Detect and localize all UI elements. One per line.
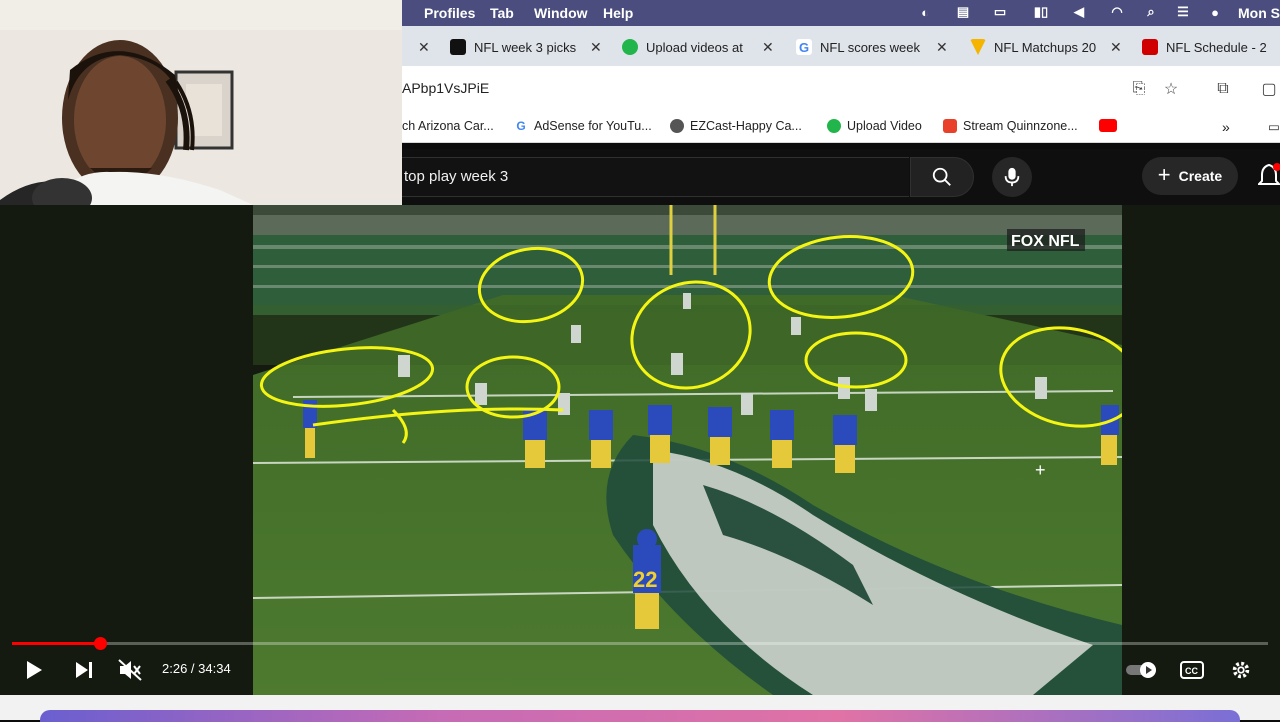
bookmark-stream-quinnzone[interactable]: Stream Quinnzone...	[943, 119, 1078, 133]
player	[303, 400, 317, 458]
youtube-icon	[1099, 119, 1117, 132]
bookmark-arizona[interactable]: ch Arizona Car...	[402, 119, 494, 133]
autoplay-toggle[interactable]	[1126, 656, 1160, 684]
install-app-icon[interactable]: ⎘	[1128, 78, 1150, 100]
bookmark-label: ch Arizona Car...	[402, 119, 494, 133]
bookmark-adsense[interactable]: G AdSense for YouTu...	[514, 119, 652, 133]
voice-search-button[interactable]	[992, 157, 1032, 197]
status-app2-icon[interactable]: ▤	[954, 4, 972, 20]
bookmark-ezcast[interactable]: EZCast-Happy Ca...	[670, 119, 802, 133]
close-icon[interactable]: ✕	[1110, 39, 1122, 56]
close-icon[interactable]: ✕	[762, 39, 774, 56]
video-player[interactable]: 22 FOX NFL +	[0, 205, 1280, 695]
folder-icon[interactable]: ▭	[1268, 119, 1280, 134]
tab-nfl-week3-picks[interactable]: NFL week 3 picks ✕	[450, 34, 602, 60]
volume-muted-icon	[118, 659, 142, 681]
skip-next-icon	[76, 662, 92, 678]
menu-clock[interactable]: Mon S	[1238, 5, 1280, 21]
microphone-icon	[1004, 167, 1020, 187]
status-app3-icon[interactable]: ▭	[991, 4, 1009, 20]
tab-favicon-icon	[622, 39, 638, 55]
control-center-icon[interactable]: ☰	[1174, 4, 1192, 20]
bookmarks-bar: ch Arizona Car... G AdSense for YouTu... …	[402, 112, 1280, 143]
tab-nfl-schedule[interactable]: NFL Schedule - 2	[1142, 34, 1276, 60]
closed-captions-icon: CC	[1180, 661, 1204, 679]
crosshair-cursor-icon: +	[1035, 460, 1046, 480]
bookmark-upload-video[interactable]: Upload Video	[827, 119, 922, 133]
bookmark-star-icon[interactable]: ☆	[1160, 78, 1182, 100]
tab-nfl-matchups[interactable]: NFL Matchups 20 ✕	[970, 34, 1122, 60]
mac-menu-bar: Profiles Tab Window Help ◐ ▤ ▭ ▮▯ ◀︎ ◠ ⌕…	[402, 0, 1280, 26]
svg-text:22: 22	[633, 567, 657, 592]
tab-favicon-icon	[970, 39, 986, 55]
network-logo: FOX NFL	[1011, 233, 1080, 250]
tab-title: Upload videos at	[646, 39, 743, 55]
play-button[interactable]	[20, 656, 48, 684]
bookmark-label: Stream Quinnzone...	[963, 119, 1078, 133]
tab-favicon-icon	[450, 39, 466, 55]
create-button[interactable]: + Create	[1142, 157, 1238, 195]
bookmark-youtube[interactable]	[1099, 119, 1123, 132]
volume-icon[interactable]: ◀︎	[1070, 4, 1088, 20]
url-text[interactable]: APbp1VsJPiE	[402, 80, 489, 96]
svg-text:CC: CC	[1185, 666, 1198, 676]
wifi-icon[interactable]: ◠	[1108, 4, 1126, 20]
close-icon[interactable]: ✕	[418, 39, 430, 56]
tab-title: NFL Schedule - 2	[1166, 39, 1267, 55]
bookmark-label: Upload Video	[847, 119, 922, 133]
bookmarks-overflow-icon[interactable]: »	[1222, 119, 1230, 135]
notifications-bell-icon[interactable]	[1258, 163, 1280, 189]
tab-title: NFL scores week	[820, 39, 920, 55]
siri-icon[interactable]: ●	[1206, 4, 1224, 20]
webcam-person-image	[0, 0, 402, 226]
play-icon	[27, 661, 42, 679]
close-icon[interactable]: ✕	[590, 39, 602, 56]
progress-fill	[12, 642, 101, 645]
search-query-text[interactable]: top play week 3	[404, 168, 508, 185]
extensions-icon[interactable]: ⧉	[1212, 78, 1234, 100]
espn-icon	[1142, 39, 1158, 55]
settings-button[interactable]	[1227, 656, 1255, 684]
captions-button[interactable]: CC	[1178, 656, 1206, 684]
spotlight-icon[interactable]: ⌕	[1142, 4, 1160, 20]
mac-dock[interactable]	[40, 710, 1240, 722]
upload-icon	[827, 119, 841, 133]
webcam-overlay	[0, 0, 402, 226]
bookmark-label: AdSense for YouTu...	[534, 119, 652, 133]
football-broadcast-frame: 22 FOX NFL	[253, 205, 1122, 695]
plus-icon: +	[1157, 162, 1171, 187]
menu-tab[interactable]: Tab	[490, 5, 514, 21]
address-bar[interactable]: APbp1VsJPiE ⎘ ☆ ⧉ ▢	[402, 66, 1280, 112]
google-icon: G	[514, 119, 528, 133]
mute-button[interactable]	[116, 656, 144, 684]
google-icon: G	[796, 39, 812, 55]
menu-profiles[interactable]: Profiles	[424, 5, 475, 21]
side-panel-icon[interactable]: ▢	[1258, 78, 1280, 100]
battery-icon[interactable]: ▮▯	[1029, 4, 1053, 20]
tab-title: NFL week 3 picks	[474, 39, 577, 55]
status-app-icon[interactable]: ◐	[916, 4, 934, 20]
menu-window[interactable]: Window	[534, 5, 588, 21]
next-button[interactable]	[70, 656, 98, 684]
bookmark-label: EZCast-Happy Ca...	[690, 119, 802, 133]
time-display: 2:26 / 34:34	[162, 661, 231, 676]
tab-title: NFL Matchups 20	[994, 39, 1097, 55]
gear-icon	[1232, 661, 1250, 679]
tab-upload-videos[interactable]: Upload videos at ✕	[622, 34, 774, 60]
search-button[interactable]	[910, 157, 974, 197]
progress-bar[interactable]	[12, 637, 1268, 650]
tab-close-prev[interactable]: ✕	[412, 34, 430, 60]
create-label: Create	[1178, 168, 1223, 184]
youtube-header: top play week 3 + Create	[398, 149, 1280, 205]
browser-tab-bar: ✕ NFL week 3 picks ✕ Upload videos at ✕ …	[402, 26, 1280, 66]
search-icon	[932, 167, 951, 186]
close-icon[interactable]: ✕	[936, 39, 948, 56]
stream-icon	[943, 119, 957, 133]
globe-icon	[670, 119, 684, 133]
tab-nfl-scores[interactable]: G NFL scores week ✕	[796, 34, 948, 60]
autoplay-icon	[1126, 662, 1156, 678]
menu-help[interactable]: Help	[603, 5, 633, 21]
